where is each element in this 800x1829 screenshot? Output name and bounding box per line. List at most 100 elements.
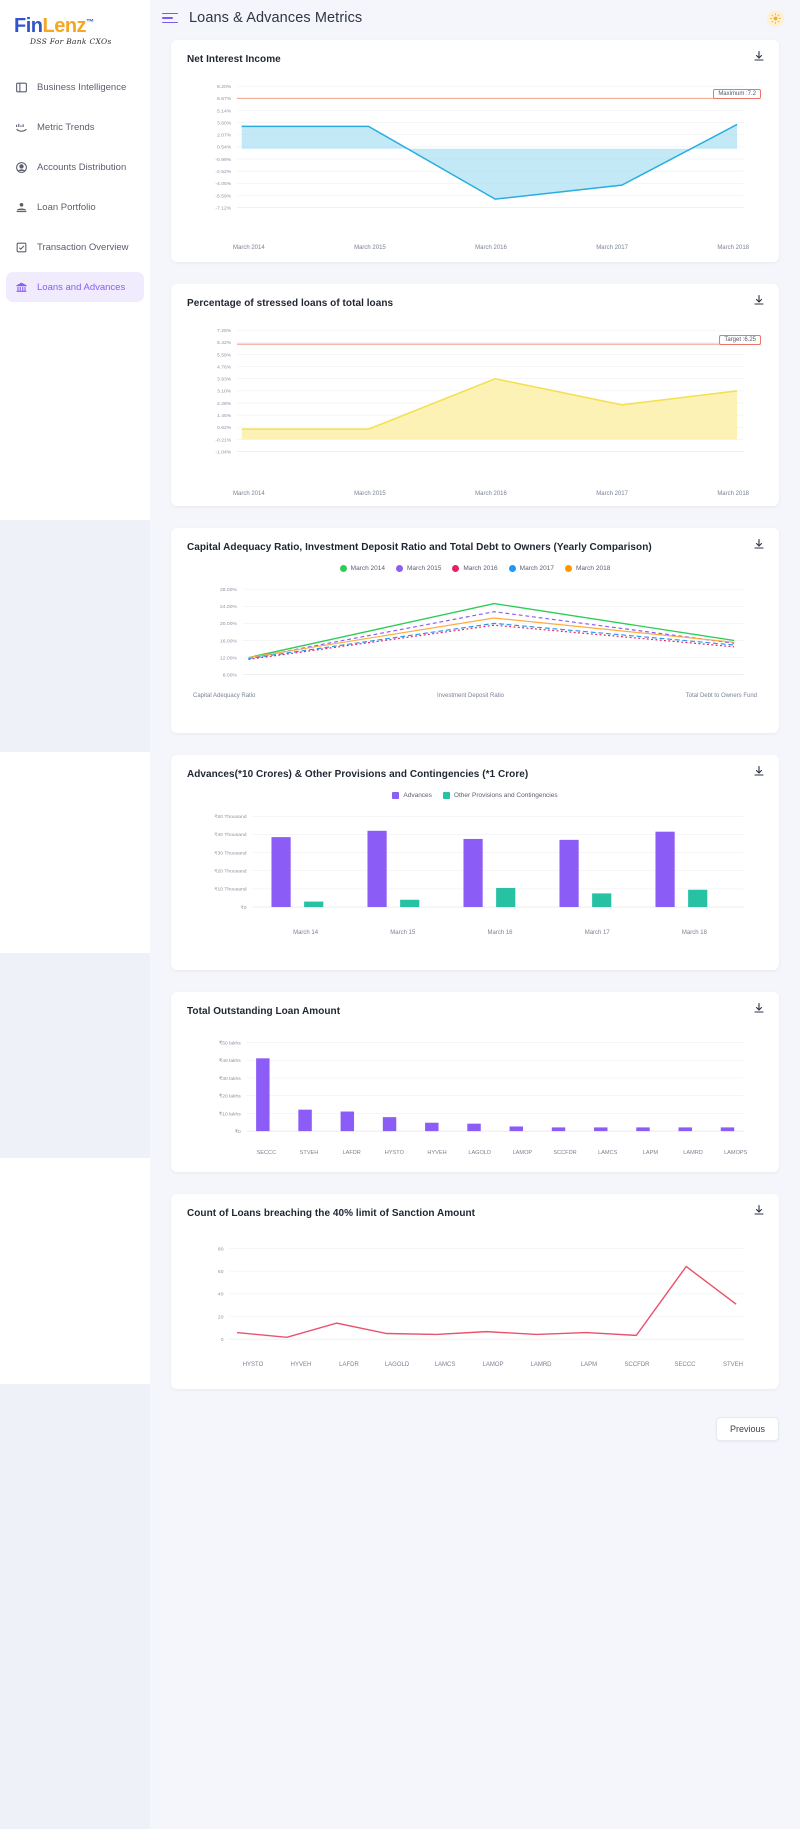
brand-tagline: DSS For Bank CXOs bbox=[30, 37, 112, 46]
sidebar-item-label: Business Intelligence bbox=[37, 81, 127, 93]
sidebar-item-loan-portfolio[interactable]: Loan Portfolio bbox=[6, 192, 144, 222]
previous-button[interactable]: Previous bbox=[715, 1417, 779, 1441]
svg-text:-0.21%: -0.21% bbox=[215, 437, 231, 443]
legend-item[interactable]: Advances bbox=[392, 792, 432, 799]
x-axis-labels: Capital Adequacy Ratio Investment Deposi… bbox=[187, 690, 763, 699]
download-icon[interactable] bbox=[753, 294, 767, 308]
svg-text:5.14%: 5.14% bbox=[217, 108, 232, 114]
chart-area: 8.20% 6.67% 5.14% 3.60% 2.07% 0.54% -0.9… bbox=[187, 75, 763, 251]
svg-text:6.42%: 6.42% bbox=[217, 340, 232, 346]
card-title: Total Outstanding Loan Amount bbox=[187, 1006, 341, 1017]
x-tick: LAMCS bbox=[598, 1150, 618, 1156]
sidebar-item-label: Loan Portfolio bbox=[37, 201, 96, 213]
max-annotation-badge: Maximum :7.2 bbox=[713, 89, 761, 99]
page-title: Loans & Advances Metrics bbox=[189, 10, 363, 26]
svg-text:₹0: ₹0 bbox=[235, 1129, 241, 1135]
y-axis-labels: 7.25% 6.42% 5.59% 4.76% 3.93% 3.10% 2.28… bbox=[215, 328, 231, 455]
download-icon[interactable] bbox=[753, 538, 767, 552]
series-line-march2016 bbox=[248, 624, 735, 660]
hamburger-icon[interactable] bbox=[162, 12, 178, 24]
trademark-symbol: ™ bbox=[86, 17, 94, 27]
gridlines bbox=[246, 1042, 744, 1132]
svg-text:-7.12%: -7.12% bbox=[215, 205, 231, 211]
sidebar-item-business-intelligence[interactable]: Business Intelligence bbox=[6, 72, 144, 102]
x-tick: SCCFDR bbox=[624, 1362, 650, 1368]
card-net-interest-income: Net Interest Income 8.20% 6.67% 5.14% 3.… bbox=[171, 40, 779, 262]
svg-text:20: 20 bbox=[218, 1314, 224, 1320]
top-bar: Loans & Advances Metrics bbox=[150, 0, 800, 36]
x-tick: STVEH bbox=[299, 1150, 319, 1156]
legend-color-dot bbox=[508, 565, 516, 572]
cards-container: Net Interest Income 8.20% 6.67% 5.14% 3.… bbox=[150, 36, 800, 1389]
user-circle-icon bbox=[14, 160, 28, 174]
svg-text:0.62%: 0.62% bbox=[217, 425, 232, 431]
legend-label: March 2017 bbox=[519, 565, 554, 572]
sidebar-item-metric-trends[interactable]: Metric Trends bbox=[6, 112, 144, 142]
legend-label: March 2018 bbox=[575, 565, 611, 572]
x-tick: March 2016 bbox=[475, 491, 507, 497]
legend-color-dot bbox=[452, 565, 460, 572]
y-axis-labels: ₹50 lakhs ₹40 lakhs ₹30 lakhs ₹20 lakhs … bbox=[219, 1040, 241, 1135]
chart-legend: March 2014 March 2015 March 2016 March 2… bbox=[187, 565, 763, 572]
svg-text:5.59%: 5.59% bbox=[217, 352, 232, 358]
svg-text:4.76%: 4.76% bbox=[217, 365, 232, 371]
svg-text:40: 40 bbox=[218, 1292, 224, 1298]
x-tick: March 2014 bbox=[233, 245, 265, 251]
y-axis-labels: 28.00% 24.00% 20.00% 16.00% 12.00% 8.00% bbox=[220, 587, 238, 678]
chart-area: 80 60 40 20 0 HYSTO HYVEH LAFDR LAGOLD L… bbox=[187, 1241, 763, 1368]
legend-label: March 2015 bbox=[407, 565, 442, 572]
svg-text:1.45%: 1.45% bbox=[217, 413, 232, 419]
svg-text:₹20 lakhs: ₹20 lakhs bbox=[219, 1094, 241, 1100]
legend-item[interactable]: March 2017 bbox=[508, 565, 554, 572]
legend-item[interactable]: Other Provisions and Contingencies bbox=[442, 792, 558, 799]
x-tick: March 2017 bbox=[596, 245, 628, 251]
svg-text:8.20%: 8.20% bbox=[217, 84, 232, 90]
svg-text:-2.52%: -2.52% bbox=[215, 169, 231, 175]
download-icon[interactable] bbox=[753, 1204, 767, 1218]
svg-text:2.07%: 2.07% bbox=[217, 133, 232, 139]
brand-name-part2: Lenz bbox=[42, 15, 87, 37]
x-tick: March 2016 bbox=[475, 245, 507, 251]
card-percentage-stressed-loans: Percentage of stressed loans of total lo… bbox=[171, 284, 779, 506]
x-tick: LAMRD bbox=[530, 1362, 552, 1368]
svg-text:8.00%: 8.00% bbox=[223, 673, 238, 679]
x-tick: March 17 bbox=[584, 930, 610, 936]
sidebar-item-loans-and-advances[interactable]: Loans and Advances bbox=[6, 272, 144, 302]
x-tick: HYVEH bbox=[427, 1150, 447, 1156]
brand-name-part1: Fin bbox=[14, 15, 43, 37]
card-capital-adequacy-comparison: Capital Adequacy Ratio, Investment Depos… bbox=[171, 528, 779, 733]
legend-item[interactable]: March 2015 bbox=[396, 565, 441, 572]
sun-icon[interactable] bbox=[767, 9, 784, 27]
card-title: Count of Loans breaching the 40% limit o… bbox=[187, 1208, 476, 1219]
download-icon[interactable] bbox=[753, 50, 767, 64]
svg-text:16.00%: 16.00% bbox=[220, 638, 238, 644]
legend-item[interactable]: March 2016 bbox=[452, 565, 498, 572]
x-tick: March 2015 bbox=[354, 245, 386, 251]
sidebar-band-3 bbox=[0, 1384, 150, 1829]
legend-color-swatch bbox=[392, 792, 400, 799]
x-tick: March 2018 bbox=[717, 491, 749, 497]
area-fill bbox=[241, 124, 738, 200]
chart-area: 28.00% 24.00% 20.00% 16.00% 12.00% 8.00%… bbox=[187, 582, 763, 699]
svg-text:-0.99%: -0.99% bbox=[215, 157, 231, 163]
sidebar-item-transaction-overview[interactable]: Transaction Overview bbox=[6, 232, 144, 262]
svg-text:28.00%: 28.00% bbox=[220, 587, 238, 593]
sidebar-item-accounts-distribution[interactable]: Accounts Distribution bbox=[6, 152, 144, 182]
svg-text:₹30 lakhs: ₹30 lakhs bbox=[219, 1076, 241, 1082]
bars-provisions bbox=[304, 887, 708, 908]
y-axis-labels: 8.20% 6.67% 5.14% 3.60% 2.07% 0.54% -0.9… bbox=[215, 84, 231, 211]
card-title: Advances(*10 Crores) & Other Provisions … bbox=[187, 769, 529, 780]
svg-text:-4.05%: -4.05% bbox=[215, 181, 231, 187]
download-icon[interactable] bbox=[753, 765, 767, 779]
x-tick: HYSTO bbox=[242, 1362, 264, 1368]
legend-color-dot bbox=[339, 565, 347, 572]
legend-item[interactable]: March 2014 bbox=[339, 565, 385, 572]
legend-item[interactable]: March 2018 bbox=[564, 565, 611, 572]
y-axis-labels: ₹50 Thousand ₹40 Thousand ₹30 Thousand ₹… bbox=[214, 814, 246, 911]
svg-text:3.93%: 3.93% bbox=[217, 377, 232, 383]
download-icon[interactable] bbox=[753, 1002, 767, 1016]
svg-text:20.00%: 20.00% bbox=[220, 621, 238, 627]
card-total-outstanding-loan-amount: Total Outstanding Loan Amount ₹50 lakhs … bbox=[171, 992, 779, 1172]
x-tick: LAMOP bbox=[482, 1362, 504, 1368]
series-line-breach bbox=[236, 1265, 737, 1339]
